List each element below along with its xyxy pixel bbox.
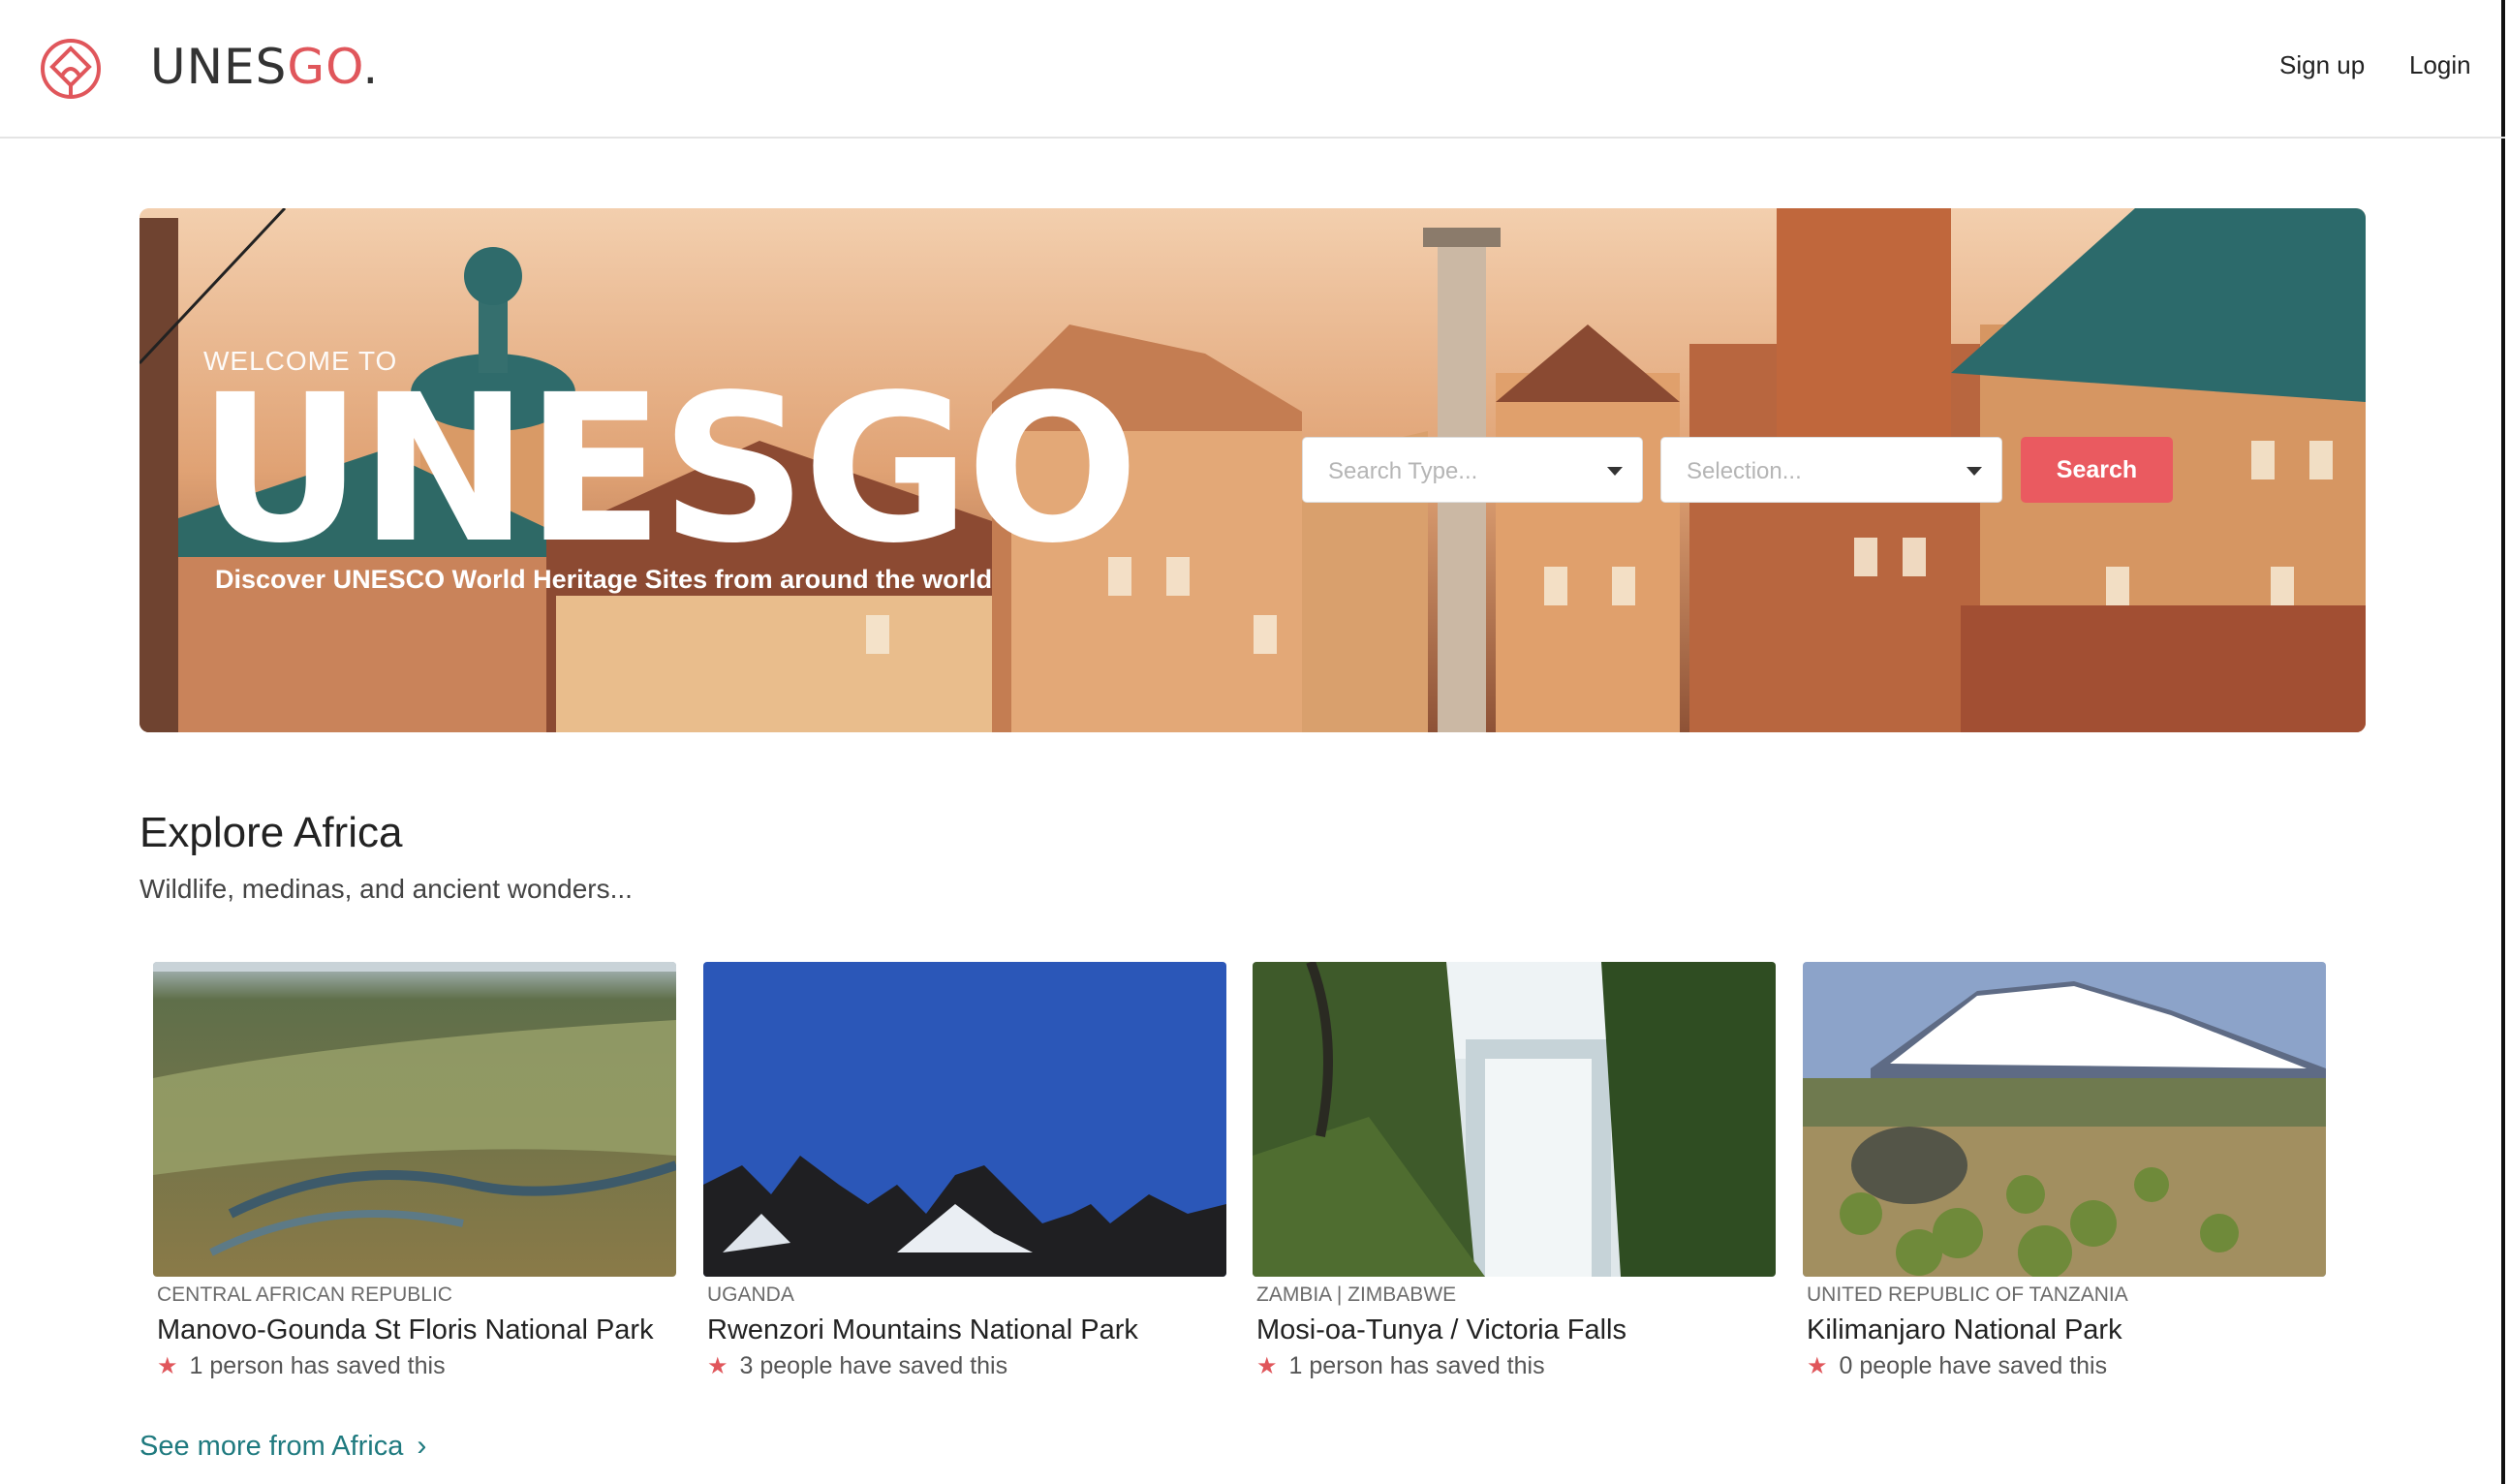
hero-subtitle: Discover UNESCO World Heritage Sites fro… <box>215 565 992 595</box>
search-type-select[interactable]: Search Type... <box>1302 437 1643 503</box>
site-card[interactable]: UGANDA Rwenzori Mountains National Park … <box>703 962 1226 1380</box>
selection-select[interactable]: Selection... <box>1660 437 2002 503</box>
signup-link[interactable]: Sign up <box>2279 50 2365 80</box>
brand-wordmark[interactable]: UNESGO. <box>150 39 379 95</box>
site-name[interactable]: Kilimanjaro National Park <box>1803 1314 2326 1346</box>
saved-text: 1 person has saved this <box>190 1352 446 1380</box>
search-type-placeholder: Search Type... <box>1328 458 1477 484</box>
star-icon: ★ <box>157 1352 178 1380</box>
site-country: UGANDA <box>703 1283 1226 1307</box>
brand-accent: GO <box>287 39 362 95</box>
site-name[interactable]: Mosi-oa-Tunya / Victoria Falls <box>1253 1314 1776 1346</box>
site-card[interactable]: UNITED REPUBLIC OF TANZANIA Kilimanjaro … <box>1803 962 2326 1380</box>
site-country: ZAMBIA | ZIMBABWE <box>1253 1283 1776 1307</box>
site-card-image[interactable] <box>1253 962 1776 1277</box>
saved-text: 1 person has saved this <box>1289 1352 1545 1380</box>
site-card-image[interactable] <box>153 962 676 1277</box>
hero-title: UNESGO <box>198 368 1135 572</box>
caret-down-icon <box>1607 467 1623 476</box>
site-name[interactable]: Rwenzori Mountains National Park <box>703 1314 1226 1346</box>
star-icon: ★ <box>1807 1352 1828 1380</box>
saved-count: ★ 1 person has saved this <box>1253 1352 1776 1380</box>
see-more-text: See more from Africa <box>139 1431 403 1463</box>
saved-text: 0 people have saved this <box>1840 1352 2108 1380</box>
site-card-image[interactable] <box>1803 962 2326 1277</box>
page: UNESGO. Sign up Login <box>0 0 2505 1484</box>
site-card-image[interactable] <box>703 962 1226 1277</box>
section-subtitle: Wildlife, medinas, and ancient wonders..… <box>139 874 633 905</box>
saved-text: 3 people have saved this <box>740 1352 1008 1380</box>
caret-down-icon <box>1967 467 1982 476</box>
saved-count: ★ 0 people have saved this <box>1803 1352 2326 1380</box>
star-icon: ★ <box>707 1352 728 1380</box>
search-button[interactable]: Search <box>2021 437 2173 503</box>
saved-count: ★ 3 people have saved this <box>703 1352 1226 1380</box>
section-title: Explore Africa <box>139 809 402 857</box>
site-name[interactable]: Manovo-Gounda St Floris National Park <box>153 1314 676 1346</box>
hero-banner: WELCOME TO UNESGO Discover UNESCO World … <box>139 208 2366 732</box>
unesco-logo-icon[interactable] <box>39 37 103 101</box>
site-card[interactable]: ZAMBIA | ZIMBABWE Mosi-oa-Tunya / Victor… <box>1253 962 1776 1380</box>
selection-placeholder: Selection... <box>1687 458 1802 484</box>
chevron-right-icon: › <box>417 1430 426 1463</box>
saved-count: ★ 1 person has saved this <box>153 1352 676 1380</box>
site-country: UNITED REPUBLIC OF TANZANIA <box>1803 1283 2326 1307</box>
star-icon: ★ <box>1256 1352 1278 1380</box>
site-card[interactable]: CENTRAL AFRICAN REPUBLIC Manovo-Gounda S… <box>153 962 676 1380</box>
top-nav-bar: UNESGO. Sign up Login <box>0 0 2505 139</box>
login-link[interactable]: Login <box>2409 50 2471 80</box>
site-country: CENTRAL AFRICAN REPUBLIC <box>153 1283 676 1307</box>
see-more-link[interactable]: See more from Africa › <box>139 1430 426 1463</box>
brand-dot: . <box>362 39 379 95</box>
brand-main: UNES <box>150 39 287 95</box>
